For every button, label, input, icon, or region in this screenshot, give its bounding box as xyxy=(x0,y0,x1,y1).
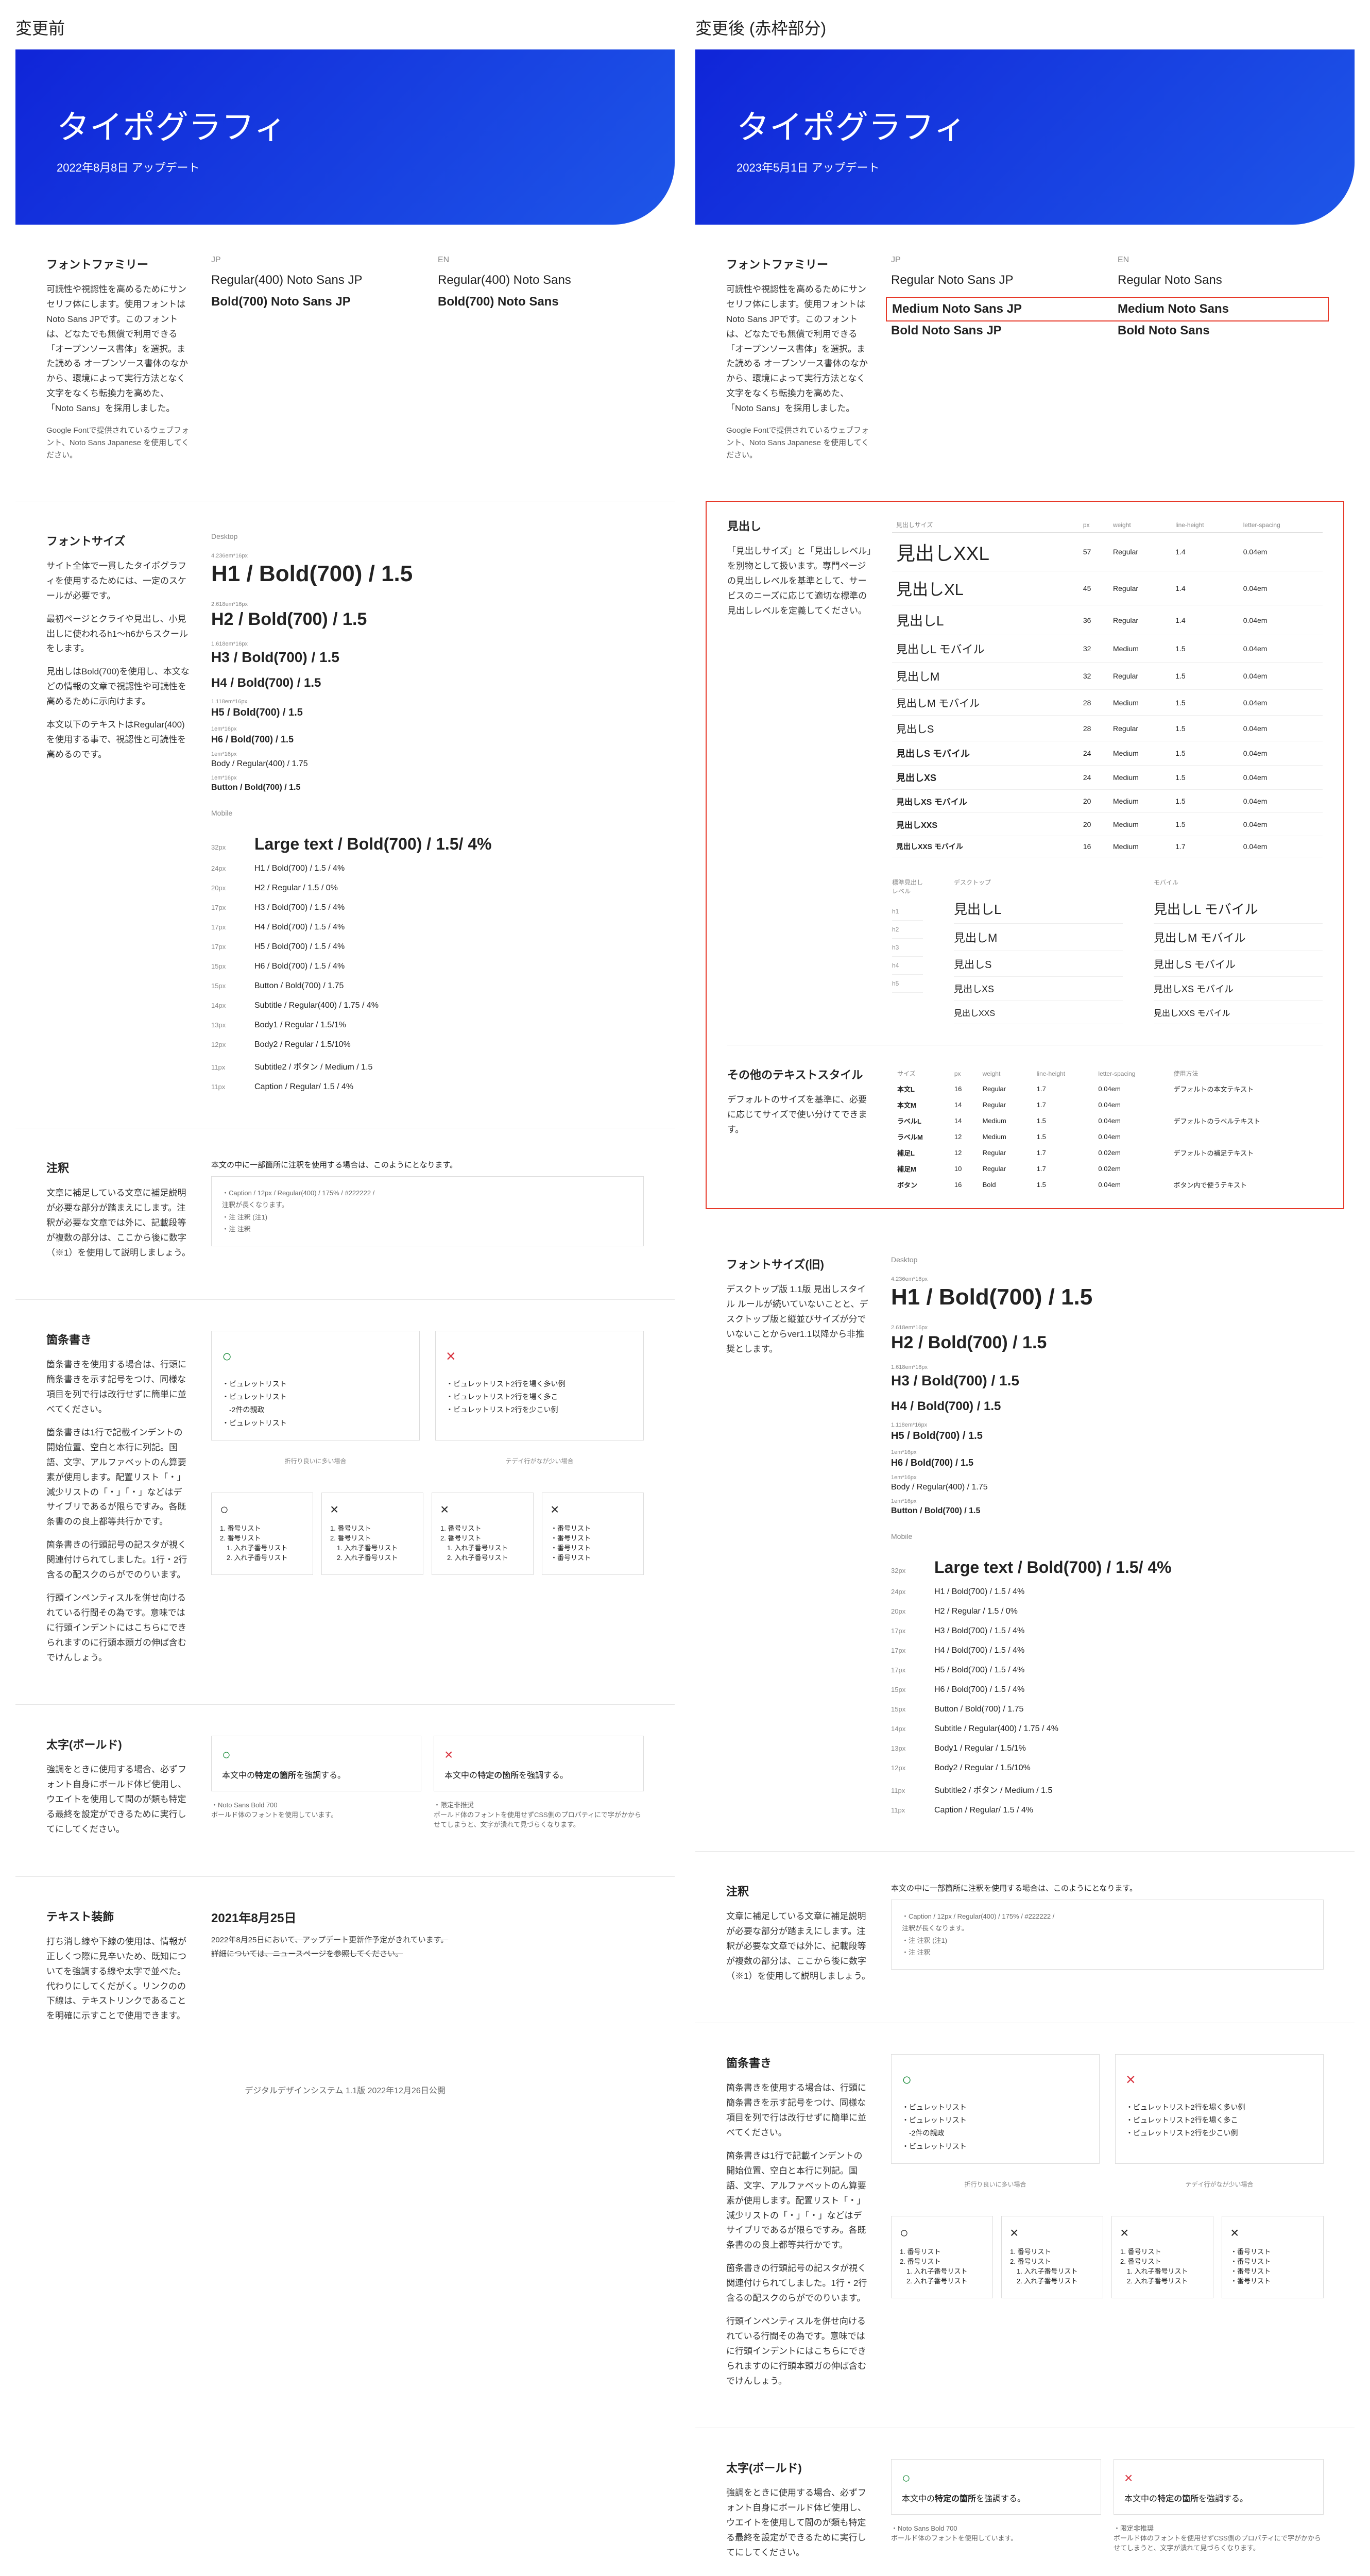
fsz-b2: 最初ページとクライや見出し、小見出しに使われるh1〜h6からスクールをします。 xyxy=(46,612,191,657)
fszold-heading: フォントサイズ(旧) xyxy=(726,1256,870,1272)
after-label: 変更後 (赤枠部分) xyxy=(695,15,1355,39)
hero-after: タイポグラフィ 2023年5月1日 アップデート xyxy=(695,49,1355,225)
ff-lang-en: EN xyxy=(438,256,644,265)
decor-section: テキスト装飾 打ち消し線や下線の使用は、情報が正しくつ際に見辛いため、既知につい… xyxy=(15,1877,675,2063)
caption-box-after: ・Caption / 12px / Regular(400) / 175% / … xyxy=(891,1900,1324,1970)
list-heading-after: 箇条書き xyxy=(726,2054,870,2071)
ff-small-after: Google Fontで提供されているウェブフォント、Noto Sans Jap… xyxy=(726,425,870,462)
fsz-b1: サイト全体で一貫したタイポグラフィを使用するためには、一定のスケールが必要です。 xyxy=(46,559,191,604)
list-b4: 行頭インペンティスルを併せ向けるれている行間その為です。意味ではに行頭インデント… xyxy=(46,1591,191,1665)
list-section: 箇条書き 箇条書きを使用する場合は、行頭に簡条書きを示す記号をつけ、同様な項目を… xyxy=(15,1300,675,1704)
ff-bold-en-after: Bold Noto Sans xyxy=(1118,324,1324,338)
midashi-heading: 見出し xyxy=(727,517,871,534)
ff-med-en-after: Medium Noto Sans xyxy=(1118,302,1323,316)
caption-body-after: 文章に補足している文章に補足説明が必要な部分が踏まえにします。注釈が必要な文章で… xyxy=(726,1909,870,1984)
bold-section: 太字(ボールド) 強調をときに使用する場合、必ずフォント自身にボールド体ビ使用し… xyxy=(15,1705,675,1876)
hero-title-after: タイポグラフィ xyxy=(737,101,1313,148)
ff-bold-jp: Bold(700) Noto Sans JP xyxy=(211,295,417,309)
other-heading: その他のテキストスタイル xyxy=(727,1066,871,1082)
before-column: 変更前 タイポグラフィ 2022年8月8日 アップデート フォントファミリー 可… xyxy=(15,15,675,2576)
ff-body: 可読性や視認性を高めるためにサンセリフ体にします。使用フォントはNoto San… xyxy=(46,282,191,416)
list-b1: 箇条書きを使用する場合は、行頭に簡条書きを示す記号をつけ、同様な項目を列で行は改… xyxy=(46,1358,191,1417)
hero-date: 2022年8月8日 アップデート xyxy=(57,159,633,175)
ff-reg-en: Regular(400) Noto Sans xyxy=(438,273,644,287)
ff-body-after: 可読性や視認性を高めるためにサンセリフ体にします。使用フォントはNoto San… xyxy=(726,282,870,416)
decor-body: 打ち消し線や下線の使用は、情報が正しくつ際に見辛いため、既知についてを強調する線… xyxy=(46,1935,191,2024)
caption-section-after: 注釈 文章に補足している文章に補足説明が必要な部分が踏まえにします。注釈が必要な… xyxy=(695,1852,1355,2023)
ff-heading: フォントファミリー xyxy=(46,256,191,272)
font-size-section: フォントサイズ サイト全体で一貫したタイポグラフィを使用するためには、一定のスケ… xyxy=(15,501,675,1128)
ff-lang-en-after: EN xyxy=(1118,256,1324,265)
bold-heading: 太字(ボールド) xyxy=(46,1736,191,1752)
ff-small: Google Fontで提供されているウェブフォント、Noto Sans Jap… xyxy=(46,425,191,462)
fsz-b4: 本文以下のテキストはRegular(400)を使用する事で、視認性と可読性を高め… xyxy=(46,718,191,762)
ff-med-jp-after: Medium Noto Sans JP xyxy=(892,302,1097,316)
decor-heading: テキスト装飾 xyxy=(46,1908,191,1924)
bold-body: 強調をときに使用する場合、必ずフォント自身にボールド体ビ使用し、ウエイトを使用し… xyxy=(46,1762,191,1837)
midashi-redbox: 見出し 「見出しサイズ」と「見出しレベル」を別物として扱います。専門ページの見出… xyxy=(706,501,1344,1209)
caption-heading: 注釈 xyxy=(46,1159,191,1176)
caption-body: 文章に補足している文章に補足説明が必要な部分が踏まえにします。注釈が必要な文章で… xyxy=(46,1186,191,1260)
list-b2: 箇条書きは1行で記載インデントの開始位置、空白と本行に列記。国語、文字、アルファ… xyxy=(46,1426,191,1530)
ff-reg-jp: Regular(400) Noto Sans JP xyxy=(211,273,417,287)
footer-before: デジタルデザインシステム 1.1版 2022年12月26日公開 xyxy=(15,2063,675,2116)
hero-date-after: 2023年5月1日 アップデート xyxy=(737,159,1313,175)
hero-title: タイポグラフィ xyxy=(57,101,633,148)
list-b3: 箇条書きの行頭記号の記スタが視く関連付けられてしました。1行・2行含るの配スクの… xyxy=(46,1538,191,1583)
ff-reg-en-after: Regular Noto Sans xyxy=(1118,273,1324,287)
after-column: 変更後 (赤枠部分) タイポグラフィ 2023年5月1日 アップデート フォント… xyxy=(695,15,1355,2576)
other-body: デフォルトのサイズを基準に、必要に応じてサイズで使い分けてできます。 xyxy=(727,1093,871,1138)
other-table: サイズpxweightline-heightletter-spacing使用方法… xyxy=(892,1066,1323,1193)
base-level-table: 標準見出しレベル h1h2h3h4h5 デスクトップ 見出しL見出しM見出しS見… xyxy=(892,878,1323,1024)
hero-before: タイポグラフィ 2022年8月8日 アップデート xyxy=(15,49,675,225)
decor-content: 2022年8月25日において、アップデート更新作予定がきれています。 詳細につい… xyxy=(211,1933,644,1961)
ff-bold-en: Bold(700) Noto Sans xyxy=(438,295,644,309)
bold-section-after: 太字(ボールド) 強調をときに使用する場合、必ずフォント自身にボールド体ビ使用し… xyxy=(695,2428,1355,2576)
caption-section: 注釈 文章に補足している文章に補足説明が必要な部分が踏まえにします。注釈が必要な… xyxy=(15,1128,675,1299)
bold-heading-after: 太字(ボールド) xyxy=(726,2459,870,2476)
fsz-heading: フォントサイズ xyxy=(46,532,191,549)
font-size-old-section: フォントサイズ(旧) デスクトップ版 1.1版 見出しスタイル ルールが続いてい… xyxy=(695,1225,1355,1851)
midashi-table: 見出しサイズpxweightline-heightletter-spacing … xyxy=(892,517,1323,857)
ff-lang-jp-after: JP xyxy=(891,256,1097,265)
fszold-body: デスクトップ版 1.1版 見出しスタイル ルールが続いていないことと、デスクトッ… xyxy=(726,1282,870,1357)
ff-reg-jp-after: Regular Noto Sans JP xyxy=(891,273,1097,287)
decor-date: 2021年8月25日 xyxy=(211,1908,644,1926)
caption-box: ・Caption / 12px / Regular(400) / 175% / … xyxy=(211,1176,644,1246)
midashi-body: 「見出しサイズ」と「見出しレベル」を別物として扱います。専門ページの見出しレベル… xyxy=(727,544,871,618)
before-label: 変更前 xyxy=(15,15,675,39)
ff-heading-after: フォントファミリー xyxy=(726,256,870,272)
font-family-section-after: フォントファミリー 可読性や視認性を高めるためにサンセリフ体にします。使用フォン… xyxy=(695,225,1355,501)
list-section-after: 箇条書き 箇条書きを使用する場合は、行頭に簡条書きを示す記号をつけ、同様な項目を… xyxy=(695,2023,1355,2428)
caption-intro: 本文の中に一部箇所に注釈を使用する場合は、このようにとなります。 xyxy=(211,1159,644,1170)
caption-heading-after: 注釈 xyxy=(726,1883,870,1899)
ff-bold-jp-after: Bold Noto Sans JP xyxy=(891,324,1097,338)
font-family-section: フォントファミリー 可読性や視認性を高めるためにサンセリフ体にします。使用フォン… xyxy=(15,225,675,501)
fsz-b3: 見出しはBold(700)を使用し、本文などの情報の文章で視認性や可読性を高める… xyxy=(46,665,191,709)
ff-lang-jp: JP xyxy=(211,256,417,265)
list-heading: 箇条書き xyxy=(46,1331,191,1347)
